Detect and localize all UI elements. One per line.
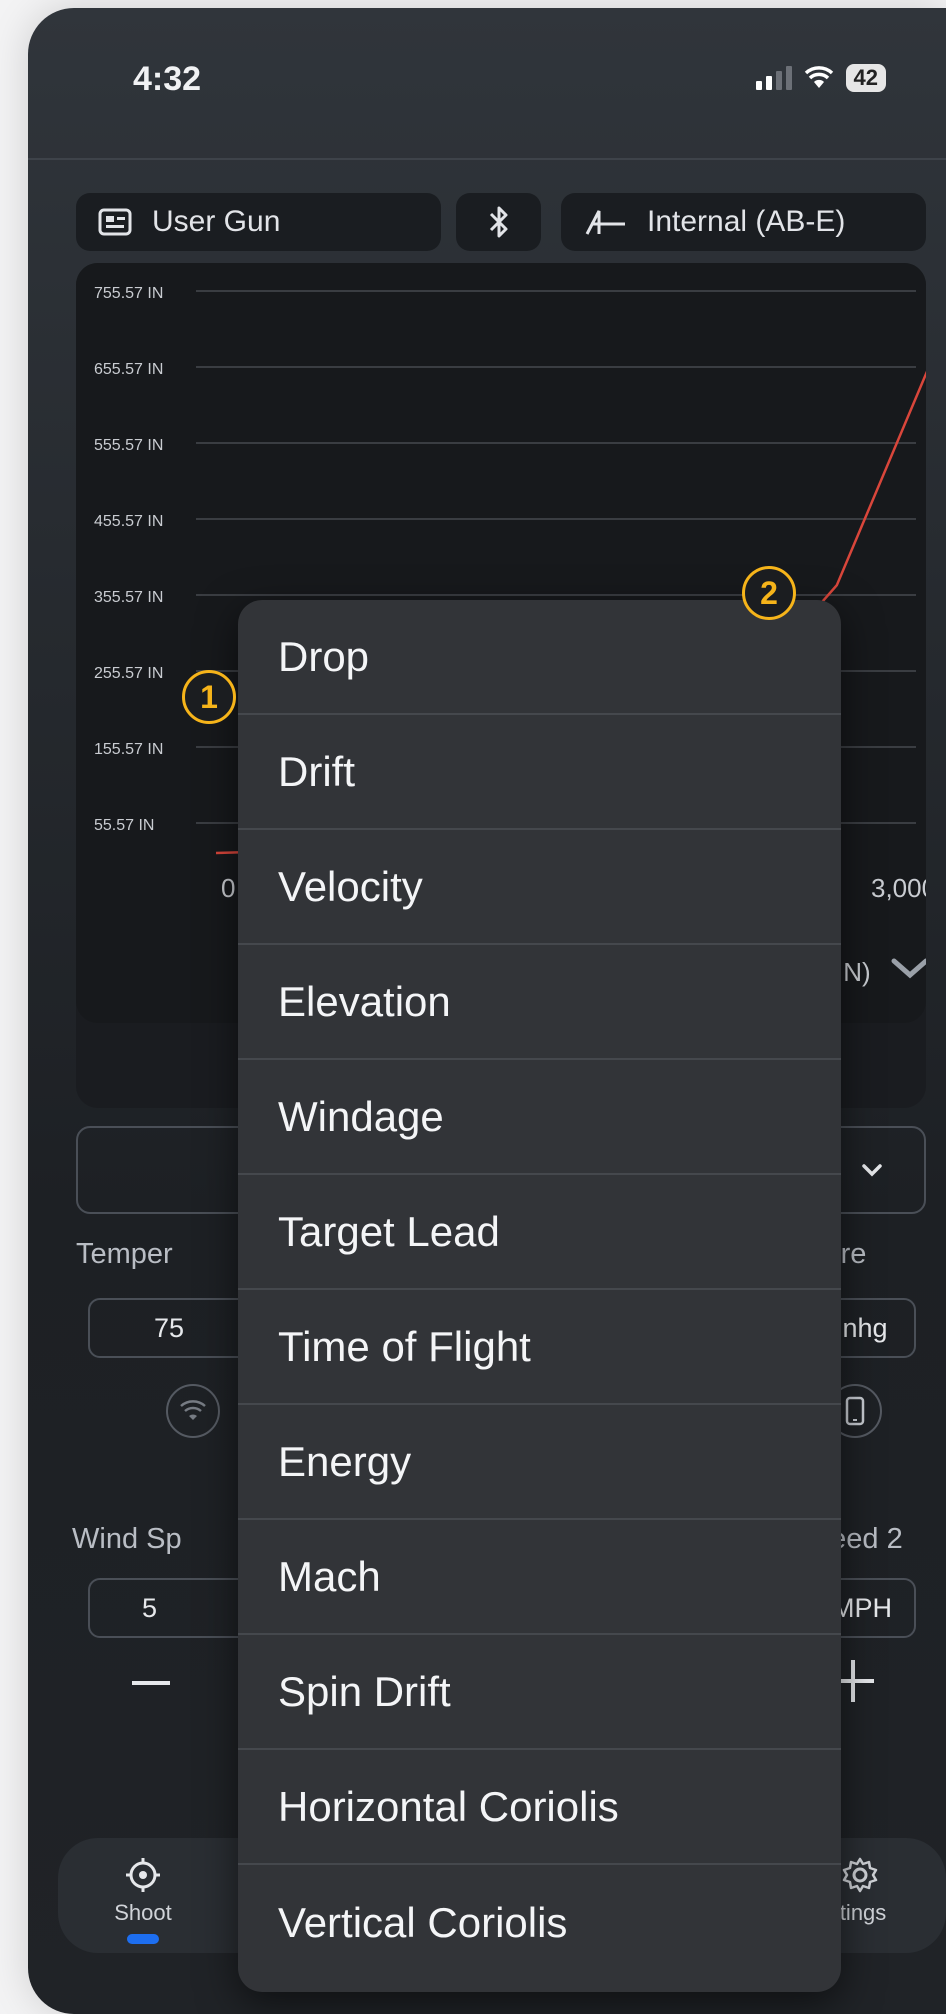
id-card-icon xyxy=(98,208,132,236)
status-bar: 4:32 42 xyxy=(28,8,946,160)
battery-icon: 42 xyxy=(845,64,886,92)
bluetooth-icon xyxy=(489,206,507,238)
y-tick-label: 755.57 IN xyxy=(94,285,163,302)
y-tick-label: 255.57 IN xyxy=(94,665,163,682)
profile-selector-button[interactable]: Internal (AB-E) xyxy=(561,193,926,251)
menu-item-mach[interactable]: Mach xyxy=(238,1520,841,1635)
wifi-icon xyxy=(804,66,833,88)
x-tick-label: 3,000 xyxy=(871,873,926,903)
callout-badge-2: 2 xyxy=(742,566,796,620)
wind-speed-value: 5 xyxy=(142,1592,158,1623)
menu-item-windage[interactable]: Windage xyxy=(238,1060,841,1175)
gun-selector-button[interactable]: User Gun xyxy=(76,193,441,251)
tab-shoot[interactable]: Shoot xyxy=(98,1856,188,1944)
wind-speed-label: Wind Sp xyxy=(72,1523,182,1555)
menu-item-velocity[interactable]: Velocity xyxy=(238,830,841,945)
phone-screen: 4:32 42 User Gun Internal (AB-E) 755.57 … xyxy=(28,8,946,2014)
decrement-button[interactable] xyxy=(128,1653,174,1720)
temperature-value: 75 xyxy=(154,1312,185,1343)
applied-ballistics-logo-icon xyxy=(583,208,627,236)
temperature-label: Temper xyxy=(76,1238,173,1270)
tab-shoot-label: Shoot xyxy=(114,1900,172,1925)
chevron-down-icon xyxy=(891,958,926,979)
y-tick-label: 55.57 IN xyxy=(94,817,154,834)
profile-label: Internal (AB-E) xyxy=(647,205,846,238)
phone-icon xyxy=(845,1396,865,1426)
gear-icon xyxy=(842,1857,878,1893)
active-tab-indicator xyxy=(127,1934,159,1944)
crosshair-icon xyxy=(126,1858,160,1892)
status-time: 4:32 xyxy=(133,60,202,98)
wifi-icon xyxy=(180,1400,206,1420)
x-tick-label: 0 xyxy=(221,873,235,903)
y-tick-label: 555.57 IN xyxy=(94,437,163,454)
minus-icon xyxy=(132,1681,170,1685)
metric-menu: Drop Drift Velocity Elevation Windage Target … xyxy=(238,600,841,1992)
menu-item-time-of-flight[interactable]: Time of Flight xyxy=(238,1290,841,1405)
menu-item-drift[interactable]: Drift xyxy=(238,715,841,830)
wind-speed2-unit: MPH xyxy=(832,1592,892,1623)
menu-item-energy[interactable]: Energy xyxy=(238,1405,841,1520)
top-toolbar: User Gun Internal (AB-E) xyxy=(76,193,946,251)
status-icons: 42 xyxy=(755,64,886,92)
bluetooth-button[interactable] xyxy=(456,193,541,251)
y-tick-label: 655.57 IN xyxy=(94,361,163,378)
weather-link-button[interactable] xyxy=(166,1384,220,1438)
menu-item-horizontal-coriolis[interactable]: Horizontal Coriolis xyxy=(238,1750,841,1865)
menu-item-target-lead[interactable]: Target Lead xyxy=(238,1175,841,1290)
y-tick-label: 355.57 IN xyxy=(94,589,163,606)
y-tick-label: 455.57 IN xyxy=(94,513,163,530)
pressure-unit: inhg xyxy=(836,1312,888,1343)
x-axis-unit-label: IN) xyxy=(836,957,871,987)
y-tick-label: 155.57 IN xyxy=(94,741,163,758)
chevron-down-icon xyxy=(862,1164,882,1177)
menu-item-drop[interactable]: Drop xyxy=(238,600,841,715)
menu-item-elevation[interactable]: Elevation xyxy=(238,945,841,1060)
menu-item-vertical-coriolis[interactable]: Vertical Coriolis xyxy=(238,1865,841,1980)
callout-badge-1: 1 xyxy=(182,670,236,724)
signal-icon xyxy=(755,66,792,90)
menu-item-spin-drift[interactable]: Spin Drift xyxy=(238,1635,841,1750)
gun-label: User Gun xyxy=(152,205,281,238)
